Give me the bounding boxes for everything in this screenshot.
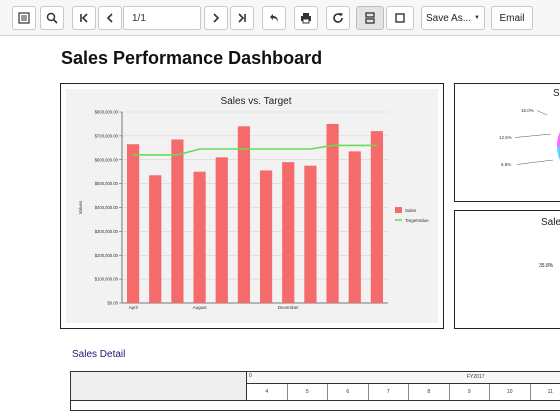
x-tick-label: April bbox=[129, 305, 138, 310]
first-page-button[interactable] bbox=[72, 6, 96, 30]
last-page-button[interactable] bbox=[230, 6, 254, 30]
y-tick-label: $600,000.00 bbox=[95, 157, 119, 162]
continuous-view-button[interactable] bbox=[356, 6, 384, 30]
chevron-left-icon bbox=[104, 12, 116, 24]
y-tick-label: $300,000.00 bbox=[95, 229, 119, 234]
pie-1-label: 6.8% bbox=[501, 162, 511, 167]
pie-2-title: Sale bbox=[541, 217, 560, 228]
fiscal-year-header: 0 FY2017 bbox=[247, 372, 560, 384]
list-icon bbox=[18, 12, 30, 24]
sales-bar bbox=[282, 162, 294, 303]
sales-bar bbox=[260, 170, 272, 303]
target-line bbox=[133, 145, 377, 155]
pie-chart-panel-1: S 15.0% 12.5% 6.8% bbox=[454, 83, 560, 202]
sales-bar bbox=[349, 151, 361, 303]
y-tick-label: $0.00 bbox=[108, 301, 119, 306]
chart-title: Sales vs. Target bbox=[221, 96, 292, 107]
back-arrow-icon bbox=[268, 12, 280, 24]
continuous-page-icon bbox=[364, 12, 376, 24]
sales-detail-title: Sales Detail bbox=[72, 349, 125, 360]
sales-detail-table: 0 FY2017 4567891011 bbox=[70, 371, 560, 411]
previous-page-button[interactable] bbox=[98, 6, 122, 30]
sales-bar bbox=[171, 139, 183, 303]
search-icon bbox=[46, 12, 58, 24]
pie-1-leader-line bbox=[537, 111, 547, 116]
pie-chart-panel-2: Sale 35.8% bbox=[454, 210, 560, 329]
legend-target-label: TargetValue bbox=[405, 218, 429, 223]
sales-bar bbox=[326, 124, 338, 303]
sales-bar bbox=[238, 126, 250, 303]
refresh-button[interactable] bbox=[326, 6, 350, 30]
pie-chart-2: Sale 35.8% bbox=[455, 211, 560, 330]
back-button[interactable] bbox=[262, 6, 286, 30]
report-toolbar: Save As... ▼ Email bbox=[0, 0, 560, 36]
search-button[interactable] bbox=[40, 6, 64, 30]
table-header-divider bbox=[71, 400, 560, 401]
save-as-dropdown[interactable]: Save As... ▼ bbox=[421, 6, 485, 30]
print-button[interactable] bbox=[294, 6, 318, 30]
month-column-header: 9 bbox=[450, 384, 491, 400]
y-tick-label: $200,000.00 bbox=[95, 253, 119, 258]
chevron-right-icon bbox=[210, 12, 222, 24]
caret-down-icon: ▼ bbox=[474, 15, 480, 21]
refresh-icon bbox=[332, 12, 344, 24]
month-column-header: 4 bbox=[247, 384, 288, 400]
fy-label: FY2017 bbox=[467, 374, 485, 380]
next-page-button[interactable] bbox=[204, 6, 228, 30]
y-axis-label: Values bbox=[78, 200, 83, 214]
sales-bar bbox=[127, 144, 139, 303]
sales-vs-target-panel: Sales vs. Target $0.00 $100,000.00 $200,000… bbox=[60, 83, 444, 329]
sales-bar bbox=[216, 157, 228, 303]
pie-chart-1: S 15.0% 12.5% 6.8% bbox=[455, 84, 560, 203]
pie-1-leader-line bbox=[515, 134, 551, 138]
month-column-header: 6 bbox=[328, 384, 369, 400]
y-tick-label: $100,000.00 bbox=[95, 277, 119, 282]
month-column-header: 7 bbox=[369, 384, 410, 400]
table-corner-header bbox=[71, 372, 247, 400]
single-page-view-button[interactable] bbox=[386, 6, 414, 30]
legend-sales-swatch bbox=[395, 207, 402, 213]
pie-1-label: 15.0% bbox=[521, 108, 534, 113]
save-as-label: Save As... bbox=[426, 13, 471, 24]
y-tick-label: $800,000.00 bbox=[95, 110, 119, 115]
fy-marker: 0 bbox=[249, 373, 252, 379]
sales-bar bbox=[149, 175, 161, 303]
x-tick-label: December bbox=[278, 305, 299, 310]
page-number-input[interactable] bbox=[123, 6, 201, 30]
toggle-sidebar-button[interactable] bbox=[12, 6, 36, 30]
y-tick-label: $700,000.00 bbox=[95, 133, 119, 138]
pie-1-title: S bbox=[553, 88, 560, 99]
legend-sales-label: Sales bbox=[405, 208, 417, 213]
pie-2-label: 35.8% bbox=[539, 263, 554, 269]
y-tick-label: $500,000.00 bbox=[95, 181, 119, 186]
single-page-icon bbox=[394, 12, 406, 24]
last-page-icon bbox=[236, 12, 248, 24]
month-column-header: 10 bbox=[490, 384, 531, 400]
first-page-icon bbox=[78, 12, 90, 24]
x-tick-label: August bbox=[193, 305, 208, 310]
print-icon bbox=[300, 12, 312, 24]
month-column-header: 11 bbox=[531, 384, 560, 400]
page-title: Sales Performance Dashboard bbox=[61, 48, 322, 69]
email-button[interactable]: Email bbox=[491, 6, 533, 30]
month-column-header: 8 bbox=[409, 384, 450, 400]
y-tick-label: $400,000.00 bbox=[95, 205, 119, 210]
email-label: Email bbox=[499, 13, 524, 24]
pie-1-label: 12.5% bbox=[499, 135, 512, 140]
pie-1-leader-line bbox=[517, 160, 553, 165]
sales-bar bbox=[304, 166, 316, 303]
sales-bar bbox=[371, 131, 383, 303]
chart-area: Sales vs. Target $0.00 $100,000.00 $200,000… bbox=[66, 89, 438, 323]
sales-vs-target-chart: Sales vs. Target $0.00 $100,000.00 $200,000… bbox=[66, 89, 438, 323]
month-column-header: 5 bbox=[288, 384, 329, 400]
sales-bar bbox=[193, 172, 205, 303]
